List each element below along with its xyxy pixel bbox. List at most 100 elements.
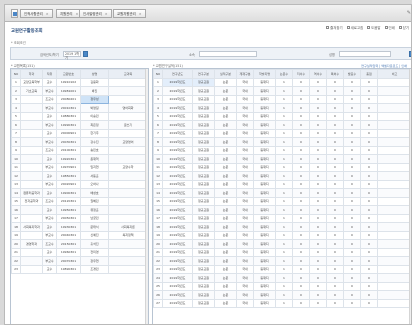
- table-row[interactable]: 11 2019학년도 정규교원 논문 국내 등재지 1 0 0 0 0 0: [153, 162, 411, 172]
- table-row[interactable]: 13 부교수 20020901 오하나: [11, 179, 148, 189]
- right-col-header[interactable]: 저서수: [292, 69, 310, 79]
- table-row[interactable]: 7 교수 20000901 한기주: [11, 128, 148, 138]
- close-icon[interactable]: ×: [139, 12, 142, 16]
- table-row[interactable]: 5 교수 19880301 이승민: [11, 111, 148, 121]
- tab-4[interactable]: 교원자원관리 ×: [113, 9, 146, 18]
- table-row[interactable]: 20 2019학년도 정규교원 논문 국내 등재지 1 0 0 0 0 0: [153, 239, 411, 249]
- toolbar-item-5[interactable]: 닫기: [398, 25, 409, 30]
- right-col-header[interactable]: NO: [153, 69, 163, 79]
- left-col-header[interactable]: 교원번호: [56, 69, 81, 79]
- table-row[interactable]: 9 2019학년도 정규교원 논문 국내 등재지 1 0 0 0 0 0: [153, 145, 411, 155]
- right-col-header[interactable]: 연구구분: [192, 69, 215, 79]
- right-col-header[interactable]: 게재구분: [236, 69, 254, 79]
- table-row[interactable]: 26 2019학년도 정규교원 논문 국내 등재지 1 0 0 0 0 0: [153, 290, 411, 300]
- table-row[interactable]: 17 2019학년도 정규교원 논문 국내 등재지 1 0 0 0 0 0: [153, 213, 411, 223]
- table-row[interactable]: 3 조교수 20080201 정우성: [11, 94, 148, 104]
- table-row[interactable]: 8 부교수 20030301 강수진 교양영어: [11, 137, 148, 147]
- right-col-header[interactable]: 특허수: [326, 69, 344, 79]
- table-cell: 2019학년도: [162, 111, 193, 121]
- tab-1[interactable]: 인적사항관리 ×: [20, 9, 53, 18]
- table-row[interactable]: 22 2019학년도 정규교원 논문 국내 등재지 1 0 0 0 0 0: [153, 256, 411, 266]
- table-row[interactable]: 12 2019학년도 정규교원 논문 국내 등재지 1 0 0 0 0 0: [153, 171, 411, 181]
- table-row[interactable]: 24 2019학년도 정규교원 논문 국내 등재지 1 0 0 0 0 0: [153, 273, 411, 283]
- table-row[interactable]: 23 교수 19890301 조경민: [11, 264, 148, 274]
- table-cell: [108, 128, 148, 138]
- table-row[interactable]: 7 2019학년도 정규교원 논문 국내 등재지 1 0 0 0 0 0: [153, 128, 411, 138]
- left-col-header[interactable]: 성명: [80, 69, 109, 79]
- toolbar-item-4[interactable]: 인쇄: [384, 25, 395, 30]
- right-col-header[interactable]: 연구년도: [162, 69, 193, 79]
- right-col-header[interactable]: 역서수: [309, 69, 327, 79]
- right-col-header[interactable]: 발표수: [343, 69, 361, 79]
- left-col-header[interactable]: 교과목: [108, 69, 148, 79]
- table-row[interactable]: 16 2019학년도 정규교원 논문 국내 등재지 1 0 0 0 0 0: [153, 205, 411, 215]
- table-row[interactable]: 8 2019학년도 정규교원 논문 국내 등재지 1 0 0 0 0 0: [153, 137, 411, 147]
- table-row[interactable]: 10 교수 19920301 윤재혁: [11, 154, 148, 164]
- year-term-field[interactable]: 2019 1학기: [63, 51, 81, 60]
- close-icon[interactable]: ×: [75, 12, 78, 16]
- table-row[interactable]: 21 교수 19960301 전미영: [11, 247, 148, 257]
- table-row[interactable]: 11 부교수 19970901 임지현 교양수학: [11, 162, 148, 172]
- table-row[interactable]: 10 2019학년도 정규교원 논문 국내 등재지 1 0 0 0 0 0: [153, 154, 411, 164]
- left-col-header[interactable]: NO: [11, 69, 21, 79]
- table-cell: 0: [326, 239, 344, 249]
- toolbar-item-2[interactable]: 새로고침: [346, 25, 363, 30]
- name-field[interactable]: [339, 51, 391, 57]
- edit-icon[interactable]: ✎: [407, 10, 411, 16]
- table-cell: 19970901: [56, 162, 81, 172]
- table-row[interactable]: 18 2019학년도 정규교원 논문 국내 등재지 1 0 0 0 0 0: [153, 222, 411, 232]
- right-col-header[interactable]: 비고: [377, 69, 411, 79]
- right-col-header[interactable]: 실적구분: [214, 69, 237, 79]
- close-icon[interactable]: ×: [46, 12, 49, 16]
- table-row[interactable]: 1 교양교육학부 교수 19910102 김용화: [11, 77, 148, 87]
- left-col-header[interactable]: 직위: [42, 69, 57, 79]
- table-row[interactable]: 1 2019학년도 정규교원 논문 국내 등재지 1 0 0 0 0 0: [153, 77, 411, 87]
- toolbar-item-3[interactable]: 도움말: [367, 25, 381, 30]
- table-cell: [377, 145, 411, 155]
- table-row[interactable]: 21 2019학년도 정규교원 논문 국내 등재지 1 0 0 0 0 0: [153, 247, 411, 257]
- table-row[interactable]: 18 사회복지학과 교수 19930301 문태식 사회복지론: [11, 222, 148, 232]
- table-row[interactable]: 2 2019학년도 정규교원 논문 국내 등재지 1 0 0 0 0 0: [153, 86, 411, 96]
- table-cell: 20070301: [56, 256, 81, 266]
- table-row[interactable]: 16 교수 19950301 류정훈: [11, 205, 148, 215]
- search-button[interactable]: [83, 51, 88, 57]
- tab-home[interactable]: [11, 9, 18, 18]
- table-row[interactable]: 4 부교수 20010301 박영길 영어회화: [11, 103, 148, 113]
- right-col-header[interactable]: 학술지명: [253, 69, 276, 79]
- table-cell: 2019학년도: [162, 239, 193, 249]
- table-row[interactable]: 13 2019학년도 정규교원 논문 국내 등재지 1 0 0 0 0 0: [153, 179, 411, 189]
- table-row[interactable]: 19 2019학년도 정규교원 논문 국내 등재지 1 0 0 0 0 0: [153, 230, 411, 240]
- table-row[interactable]: 19 부교수 20040301 신예진 복지정책: [11, 230, 148, 240]
- table-row[interactable]: 20 경영학과 조교수 20150301 홍석진: [11, 239, 148, 249]
- table-row[interactable]: 14 컴퓨터공학과 교수 19900301 배성호: [11, 188, 148, 198]
- table-row[interactable]: 14 2019학년도 정규교원 논문 국내 등재지 1 0 0 0 0 0: [153, 188, 411, 198]
- table-row[interactable]: 17 부교수 20050301 남궁민: [11, 213, 148, 223]
- table-row[interactable]: 15 2019학년도 정규교원 논문 국내 등재지 1 0 0 0 0 0: [153, 196, 411, 206]
- right-col-header[interactable]: 총점: [360, 69, 378, 79]
- dept-field[interactable]: [199, 51, 257, 57]
- table-row[interactable]: 23 2019학년도 정규교원 논문 국내 등재지 1 0 0 0 0 0: [153, 264, 411, 274]
- table-row[interactable]: 25 2019학년도 정규교원 논문 국내 등재지 1 0 0 0 0 0: [153, 281, 411, 291]
- table-row[interactable]: 6 부교수 19990301 최은정 글쓰기: [11, 120, 148, 130]
- table-row[interactable]: 5 2019학년도 정규교원 논문 국내 등재지 1 0 0 0 0 0: [153, 111, 411, 121]
- close-icon[interactable]: ×: [105, 12, 108, 16]
- left-col-header[interactable]: 학과: [20, 69, 43, 79]
- right-col-header[interactable]: 논문수: [275, 69, 293, 79]
- table-row[interactable]: 9 조교수 20100301 송민호: [11, 145, 148, 155]
- table-row[interactable]: 12 교수 19850301 서동훈: [11, 171, 148, 181]
- table-row[interactable]: 6 2019학년도 정규교원 논문 국내 등재지 1 0 0 0 0 0: [153, 120, 411, 130]
- table-cell: [377, 86, 411, 96]
- table-row[interactable]: 22 부교수 20070301 장우현: [11, 256, 148, 266]
- toolbar-item-1[interactable]: 즐겨찾기: [326, 25, 343, 30]
- table-cell: 0: [309, 77, 327, 87]
- table-row[interactable]: 2 기초교육 부교수 19981001 박진: [11, 86, 148, 96]
- table-row[interactable]: 3 2019학년도 정규교원 논문 국내 등재지 1 0 0 0 0 0: [153, 94, 411, 104]
- table-cell: [108, 188, 148, 198]
- faculty-scrollbar[interactable]: [145, 69, 148, 324]
- table-cell: 1: [275, 128, 293, 138]
- table-cell: 등재지: [253, 179, 276, 189]
- table-row[interactable]: 27 2019학년도 정규교원 논문 국내 등재지 1 0 0 0 0 0: [153, 298, 411, 308]
- tab-3[interactable]: 인사발령관리 ×: [79, 9, 112, 18]
- table-row[interactable]: 4 2019학년도 정규교원 논문 국내 등재지 1 0 0 0 0 0: [153, 103, 411, 113]
- table-row[interactable]: 15 전자공학과 조교수 20120301 권혜린: [11, 196, 148, 206]
